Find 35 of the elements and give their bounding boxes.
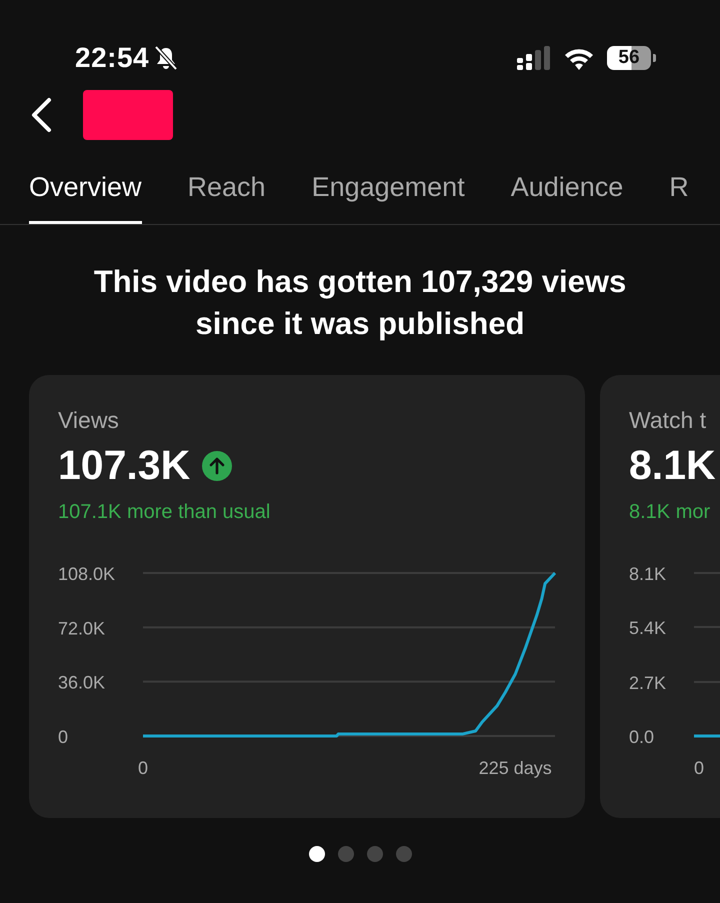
comparison-text: 107.1K more than usual (58, 501, 272, 524)
page-dot[interactable] (366, 846, 382, 862)
battery-indicator: 56 (607, 46, 656, 70)
metric-value: 8.1K (629, 442, 716, 489)
axis-label: 0 (138, 758, 148, 778)
line-sketch (694, 734, 720, 738)
tab[interactable]: Audience (510, 162, 624, 224)
axis-label: 225 days (478, 758, 552, 778)
page-dot[interactable] (396, 846, 412, 862)
metric-card[interactable]: Views 107.3K 107.1K more than usual 108.0K 72.0K 36.0K 0 0 225 days (29, 375, 585, 818)
muted-bell-icon (153, 45, 180, 71)
axis-label: 72.0K (58, 618, 106, 638)
signal-icon (517, 46, 551, 70)
tab[interactable]: Reach (188, 162, 266, 224)
axis-label: 0 (694, 758, 704, 778)
axis-label: 0 (58, 727, 68, 747)
card-title: Watch t (629, 407, 708, 434)
axis-label: 8.1K (629, 564, 666, 584)
tab[interactable]: Engagement (312, 162, 465, 224)
page-dot[interactable] (338, 846, 354, 862)
tab[interactable]: R (669, 162, 689, 224)
page-dot[interactable] (308, 846, 324, 862)
metric-card[interactable]: Watch t 8.1K 8.1K mor 8.1K 5.4K 2.7K 0.0 0 (600, 375, 720, 818)
metric-value: 107.3K (58, 442, 190, 489)
axis-label: 5.4K (629, 618, 666, 638)
axis-label: 108.0K (58, 564, 116, 584)
tab[interactable]: Overview (29, 162, 142, 224)
headline: This video has gotten 107,329 views since it was published (92, 263, 628, 343)
card-title: Views (58, 407, 120, 434)
back-button[interactable] (29, 97, 53, 133)
axis-label: 36.0K (58, 672, 106, 693)
status-time: 22:54 (75, 42, 150, 74)
axis-label: 2.7K (629, 673, 666, 693)
comparison-text: 8.1K mor (629, 501, 712, 524)
axis-label: 0.0 (629, 727, 654, 747)
